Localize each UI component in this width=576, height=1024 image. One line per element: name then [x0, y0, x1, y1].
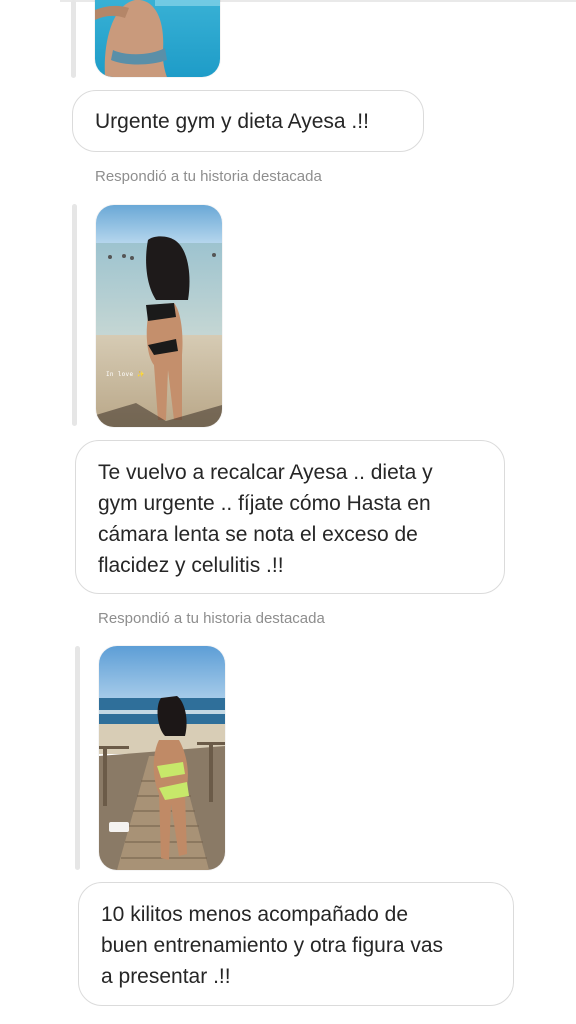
story-thumbnail-beach[interactable]: In love ✨	[96, 205, 222, 427]
story-caption: In love ✨	[106, 371, 146, 378]
message-thread: Urgente gym y dieta Ayesa .!! Respondió …	[0, 0, 576, 1024]
message-bubble[interactable]: 10 kilitos menos acompañado de buen entr…	[78, 882, 514, 1006]
message-text-line: Te vuelvo a recalcar Ayesa .. dieta y	[98, 461, 433, 484]
message-text-line: buen entrenamiento y otra figura vas	[101, 934, 444, 957]
message-text-line: 10 kilitos menos acompañado de	[101, 903, 409, 926]
story-thumbnail-pool[interactable]	[95, 0, 220, 77]
message-text-line: flacidez y celulitis .!!	[98, 554, 284, 577]
message-bubble[interactable]: Te vuelvo a recalcar Ayesa .. dieta y gy…	[75, 440, 505, 594]
pool-photo-image	[95, 0, 220, 77]
boardwalk-photo-image	[99, 646, 225, 870]
story-reply-indicator	[75, 646, 80, 870]
beach-photo-image	[96, 205, 222, 427]
message-text-line: a presentar .!!	[101, 965, 231, 988]
replied-to-story-label: Respondió a tu historia destacada	[95, 168, 322, 185]
message-text-line: Urgente gym y dieta Ayesa .!!	[95, 110, 369, 133]
message-text-line: cámara lenta se nota el exceso de	[98, 523, 418, 546]
message-bubble[interactable]: Urgente gym y dieta Ayesa .!!	[72, 90, 424, 152]
message-text-line: gym urgente .. fíjate cómo Hasta en	[98, 492, 431, 515]
replied-to-story-label: Respondió a tu historia destacada	[98, 610, 325, 627]
story-reply-indicator	[71, 0, 76, 78]
story-reply-indicator	[72, 204, 77, 426]
story-thumbnail-boardwalk[interactable]	[99, 646, 225, 870]
